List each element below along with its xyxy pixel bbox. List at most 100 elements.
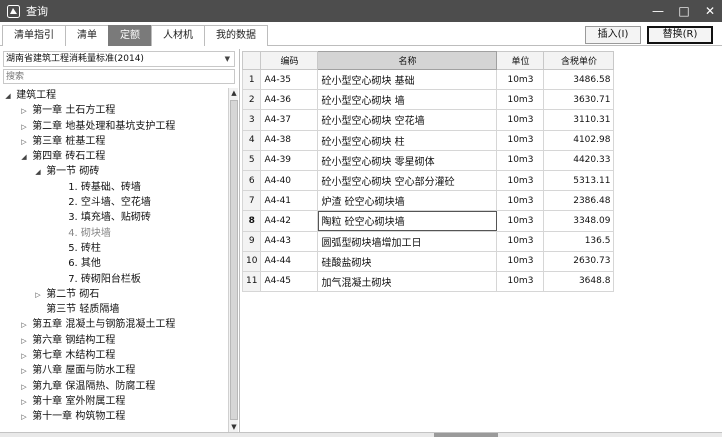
row-index[interactable]: 6 [241, 169, 262, 192]
expand-arrow-icon[interactable]: ▷ [19, 318, 29, 333]
price-cell[interactable]: 3648.8 [543, 270, 615, 293]
table-row[interactable]: 8 A4-42 陶粒 砼空心砌块墙 10m3 3348.09 [241, 210, 615, 232]
unit-cell[interactable]: 10m3 [496, 109, 545, 131]
row-index[interactable]: 2 [241, 89, 262, 111]
tree-item[interactable]: 3. 填充墙、贴砌砖 [3, 210, 227, 225]
name-cell[interactable]: 砼小型空心砌块 空花墙 [317, 109, 498, 131]
table-row[interactable]: 3 A4-37 砼小型空心砌块 空花墙 10m3 3110.31 [241, 109, 615, 131]
tab-quota[interactable]: 定额 [108, 25, 152, 46]
library-select[interactable]: 湖南省建筑工程消耗量标准(2014) ▼ [3, 51, 235, 67]
price-cell[interactable]: 2630.73 [543, 250, 615, 272]
tab-bill[interactable]: 清单 [65, 25, 109, 46]
price-cell[interactable]: 5313.11 [543, 169, 615, 192]
code-cell[interactable]: A4-41 [260, 190, 319, 212]
tree-item[interactable]: ▷ 第九章 保温隔热、防腐工程 [3, 379, 227, 394]
column-header-price[interactable]: 含税单价 [543, 51, 615, 70]
tree-item[interactable]: ▷ 第十一章 构筑物工程 [3, 409, 227, 424]
tree-item[interactable]: ▷ 第六章 钢结构工程 [3, 333, 227, 348]
expand-arrow-icon[interactable]: ▷ [19, 364, 29, 379]
name-cell[interactable]: 砼小型空心砌块 墙 [317, 89, 498, 111]
code-cell[interactable]: A4-42 [260, 210, 319, 232]
name-cell[interactable]: 砼小型空心砌块 柱 [317, 129, 498, 151]
tree-item[interactable]: ▷ 第三章 桩基工程 [3, 134, 227, 149]
row-index[interactable]: 8 [241, 210, 262, 232]
row-index[interactable]: 9 [241, 230, 262, 252]
row-index[interactable]: 4 [241, 129, 262, 151]
price-cell[interactable]: 3486.58 [543, 68, 615, 91]
replace-button[interactable]: 替换(R) [647, 26, 713, 44]
scroll-down-icon[interactable]: ▼ [229, 422, 239, 432]
table-row[interactable]: 4 A4-38 砼小型空心砌块 柱 10m3 4102.98 [241, 129, 615, 151]
code-cell[interactable]: A4-37 [260, 109, 319, 131]
table-row[interactable]: 1 A4-35 砼小型空心砌块 基础 10m3 3486.58 [241, 68, 615, 91]
table-row[interactable]: 2 A4-36 砼小型空心砌块 墙 10m3 3630.71 [241, 89, 615, 111]
table-row[interactable]: 10 A4-44 硅酸盐砌块 10m3 2630.73 [241, 250, 615, 272]
expand-arrow-icon[interactable]: ▷ [19, 380, 29, 395]
table-row[interactable]: 6 A4-40 砼小型空心砌块 空心部分灌砼 10m3 5313.11 [241, 169, 615, 192]
code-cell[interactable]: A4-36 [260, 89, 319, 111]
price-cell[interactable]: 4420.33 [543, 149, 615, 171]
unit-cell[interactable]: 10m3 [496, 169, 545, 192]
row-index[interactable]: 7 [241, 190, 262, 212]
unit-cell[interactable]: 10m3 [496, 149, 545, 171]
code-cell[interactable]: A4-44 [260, 250, 319, 272]
name-cell[interactable]: 砼小型空心砌块 基础 [317, 68, 498, 91]
row-index[interactable]: 1 [241, 68, 262, 91]
tree-item[interactable]: 1. 砖基础、砖墙 [3, 180, 227, 195]
code-cell[interactable]: A4-45 [260, 270, 319, 293]
tree-scrollbar[interactable]: ▲ ▼ [228, 88, 238, 432]
tree-item[interactable]: 5. 砖柱 [3, 241, 227, 256]
collapse-arrow-icon[interactable]: ◢ [19, 150, 29, 165]
tree-item[interactable]: ▷ 第二节 砌石 [3, 287, 227, 302]
tree-item[interactable]: 6. 其他 [3, 256, 227, 271]
tab-materials[interactable]: 人材机 [151, 25, 205, 46]
tree-item[interactable]: ▷ 第五章 混凝土与钢筋混凝土工程 [3, 317, 227, 332]
tree-item[interactable]: ▷ 第八章 屋面与防水工程 [3, 363, 227, 378]
expand-arrow-icon[interactable]: ▷ [33, 288, 43, 303]
tree-item[interactable]: ▷ 第七章 木结构工程 [3, 348, 227, 363]
row-index[interactable]: 3 [241, 109, 262, 131]
minimize-button[interactable]: — [652, 4, 664, 18]
name-cell[interactable]: 加气混凝土砌块 [317, 270, 498, 293]
row-index[interactable]: 10 [241, 250, 262, 272]
name-cell[interactable]: 硅酸盐砌块 [317, 250, 498, 272]
tree-item[interactable]: 第三节 轻质隔墙 [3, 302, 227, 317]
tree-item[interactable]: 2. 空斗墙、空花墙 [3, 195, 227, 210]
tab-bill-guide[interactable]: 清单指引 [2, 25, 66, 46]
unit-cell[interactable]: 10m3 [496, 89, 545, 111]
tree-item[interactable]: 4. 砌块墙 [3, 226, 227, 241]
row-index[interactable]: 11 [241, 270, 262, 293]
name-cell[interactable]: 圆弧型砌块墙增加工日 [317, 230, 498, 252]
scroll-up-icon[interactable]: ▲ [229, 88, 239, 98]
code-cell[interactable]: A4-40 [260, 169, 319, 192]
table-row[interactable]: 11 A4-45 加气混凝土砌块 10m3 3648.8 [241, 270, 615, 293]
name-cell[interactable]: 陶粒 砼空心砌块墙 [317, 210, 498, 232]
name-cell[interactable]: 炉渣 砼空心砌块墙 [317, 190, 498, 212]
unit-cell[interactable]: 10m3 [496, 190, 545, 212]
code-cell[interactable]: A4-39 [260, 149, 319, 171]
code-cell[interactable]: A4-43 [260, 230, 319, 252]
unit-cell[interactable]: 10m3 [496, 210, 545, 232]
scrollbar-thumb[interactable] [230, 100, 238, 420]
collapse-arrow-icon[interactable]: ◢ [33, 165, 43, 180]
table-row[interactable]: 7 A4-41 炉渣 砼空心砌块墙 10m3 2386.48 [241, 190, 615, 212]
code-cell[interactable]: A4-35 [260, 68, 319, 91]
tree-item[interactable]: ◢ 第一节 砌砖 [3, 164, 227, 179]
price-cell[interactable]: 136.5 [543, 230, 615, 252]
tree-item[interactable]: ▷ 第一章 土石方工程 [3, 103, 227, 118]
column-header-name[interactable]: 名称 [317, 51, 498, 70]
tree-item[interactable]: ▷ 第十章 室外附属工程 [3, 394, 227, 409]
tab-my-data[interactable]: 我的数据 [204, 25, 268, 46]
price-cell[interactable]: 4102.98 [543, 129, 615, 151]
code-cell[interactable]: A4-38 [260, 129, 319, 151]
unit-cell[interactable]: 10m3 [496, 230, 545, 252]
expand-arrow-icon[interactable]: ▷ [19, 104, 29, 119]
insert-button[interactable]: 插入(I) [585, 26, 641, 44]
unit-cell[interactable]: 10m3 [496, 270, 545, 293]
price-cell[interactable]: 2386.48 [543, 190, 615, 212]
row-index[interactable]: 5 [241, 149, 262, 171]
table-row[interactable]: 9 A4-43 圆弧型砌块墙增加工日 10m3 136.5 [241, 230, 615, 252]
expand-arrow-icon[interactable]: ▷ [19, 120, 29, 135]
maximize-button[interactable]: □ [678, 4, 690, 18]
expand-arrow-icon[interactable]: ▷ [19, 135, 29, 150]
